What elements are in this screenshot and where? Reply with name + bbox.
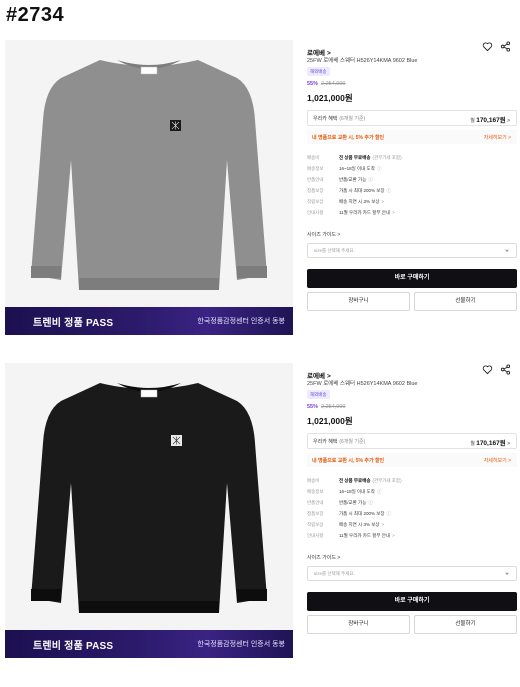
benefit-value: 월 170,167원 > [470, 117, 510, 124]
buy-now-button[interactable]: 바로 구매하기 [307, 269, 517, 288]
info-row-return[interactable]: 반품안내 반품/교환 가능 ⓘ [307, 174, 517, 185]
benefit-label: 우리카 혜택 (6개월 기준) [313, 439, 366, 445]
cart-button[interactable]: 장바구니 [307, 615, 410, 634]
info-row-shipping-fee: 배송비 전 상품 무료배송 (관부가세 포함) [307, 154, 402, 160]
cart-button[interactable]: 장바구니 [307, 292, 410, 311]
original-price: 2,254,000 [321, 404, 346, 410]
size-select-placeholder: size를 선택해 주세요. [314, 571, 355, 576]
chevron-right-icon: > [381, 198, 385, 204]
info-row-shipping-fee: 배송비 전 상품 무료배송 (관부가세 포함) [307, 477, 402, 483]
benefit-value: 월 170,167원 > [470, 440, 510, 447]
shipping-badge: 해외배송 [307, 390, 330, 399]
info-row-authenticity[interactable]: 정품보장 가품 시 최대 200% 보장 ⓘ [307, 185, 517, 196]
size-guide-link[interactable]: 사이즈 가이드 > [307, 554, 340, 561]
chevron-right-icon: > [392, 532, 395, 538]
info-row-authenticity[interactable]: 정품보장 가품 시 최대 200% 보장 ⓘ [307, 508, 517, 519]
banner-subtitle: 한국정품감정센터 인증서 동봉 [197, 318, 285, 325]
chevron-right-icon: > [381, 521, 385, 527]
product-detail-panel: 로에베 > 25FW 로에베 스웨터 H526Y14KMA 9602 Blue 해… [307, 363, 517, 658]
promo-detail-link[interactable]: 자세히보기 > [484, 134, 511, 141]
info-icon: ⓘ [368, 176, 373, 182]
product-name: 25FW 로에베 스웨터 H526Y14KMA 9602 Blue [307, 58, 418, 64]
size-select[interactable]: size를 선택해 주세요. [307, 243, 517, 258]
price-row: 55% 2,254,000 [307, 404, 345, 410]
authenticity-banner: 트렌비 정품 PASS 한국정품감정센터 인증서 동봉 [5, 307, 293, 335]
info-icon: ⓘ [386, 510, 392, 516]
share-icon[interactable] [500, 41, 511, 52]
page-tag: #2734 [6, 4, 65, 26]
brand-row[interactable]: 로에베 > [307, 364, 517, 380]
info-row-notice[interactable]: 안내사항 11월 우리카 카드 할부 안내 > [307, 530, 517, 541]
product-image[interactable]: 트렌비 정품 PASS 한국정품감정센터 인증서 동봉 [5, 40, 293, 335]
banner-title: 트렌비 정품 PASS [33, 640, 114, 652]
product-name: 25FW 로에베 스웨터 H526Y14KMA 9602 Blue [307, 381, 418, 387]
promo-detail-link[interactable]: 자세히보기 > [484, 457, 511, 464]
card-benefit-box[interactable]: 우리카 혜택 (6개월 기준) 월 170,167원 > [307, 110, 517, 126]
banner-title: 트렌비 정품 PASS [33, 317, 114, 329]
gift-button[interactable]: 선물하기 [414, 615, 517, 634]
chevron-right-icon: > [392, 209, 395, 215]
buy-now-button[interactable]: 바로 구매하기 [307, 592, 517, 611]
info-row-return[interactable]: 반품안내 반품/교환 가능 ⓘ [307, 497, 517, 508]
info-row-compensation[interactable]: 적립보상 배송 지연 시 3% 보상 > [307, 196, 517, 207]
heart-icon[interactable] [482, 41, 493, 52]
info-row-compensation[interactable]: 적립보상 배송 지연 시 3% 보상 > [307, 519, 517, 530]
product-listing: 트렌비 정품 PASS 한국정품감정센터 인증서 동봉 로에베 > 25FW 로에… [0, 363, 520, 663]
brand-row[interactable]: 로에베 > [307, 41, 517, 57]
info-list: 배송비 전 상품 무료배송 (관부가세 포함) 배송정보 16~18일 이내 도착… [307, 152, 517, 218]
size-select-placeholder: size를 선택해 주세요. [314, 248, 355, 253]
heart-icon[interactable] [482, 364, 493, 375]
sweater-image [31, 60, 267, 290]
product-image[interactable]: 트렌비 정품 PASS 한국정품감정센터 인증서 동봉 [5, 363, 293, 658]
product-detail-panel: 로에베 > 25FW 로에베 스웨터 H526Y14KMA 9602 Blue 해… [307, 40, 517, 335]
chevron-right-icon: > [507, 118, 510, 124]
info-icon: ⓘ [386, 187, 392, 193]
trade-in-promo: 내 명품으로 교환 시, 5% 추가 할인 자세히보기 > [307, 453, 517, 467]
banner-subtitle: 한국정품감정센터 인증서 동봉 [197, 641, 285, 648]
info-icon: ⓘ [368, 499, 373, 505]
chevron-down-icon [505, 249, 509, 253]
card-benefit-box[interactable]: 우리카 혜택 (6개월 기준) 월 170,167원 > [307, 433, 517, 449]
info-icon: ⓘ [376, 488, 382, 494]
size-guide-link[interactable]: 사이즈 가이드 > [307, 231, 340, 238]
info-row-delivery[interactable]: 배송정보 16~18일 이내 도착 ⓘ [307, 163, 517, 174]
sweater-image [31, 383, 267, 613]
trade-in-promo: 내 명품으로 교환 시, 5% 추가 할인 자세히보기 > [307, 130, 517, 144]
info-list: 배송비 전 상품 무료배송 (관부가세 포함) 배송정보 16~18일 이내 도착… [307, 475, 517, 541]
product-listing: 트렌비 정품 PASS 한국정품감정센터 인증서 동봉 로에베 > 25FW 로에… [0, 40, 520, 340]
info-row-delivery[interactable]: 배송정보 16~18일 이내 도착 ⓘ [307, 486, 517, 497]
final-price: 1,021,000원 [307, 416, 353, 426]
chevron-right-icon: > [507, 441, 510, 447]
discount-rate: 55% [307, 404, 319, 410]
info-icon: ⓘ [376, 165, 382, 171]
chevron-down-icon [505, 572, 509, 576]
final-price: 1,021,000원 [307, 93, 353, 103]
promo-text: 내 명품으로 교환 시, 5% 추가 할인 [312, 458, 385, 464]
shipping-badge: 해외배송 [307, 67, 330, 76]
original-price: 2,254,000 [321, 81, 346, 87]
share-icon[interactable] [500, 364, 511, 375]
discount-rate: 55% [307, 81, 319, 87]
authenticity-banner: 트렌비 정품 PASS 한국정품감정센터 인증서 동봉 [5, 630, 293, 658]
promo-text: 내 명품으로 교환 시, 5% 추가 할인 [312, 135, 385, 141]
benefit-label: 우리카 혜택 (6개월 기준) [313, 116, 366, 122]
price-row: 55% 2,254,000 [307, 81, 345, 87]
gift-button[interactable]: 선물하기 [414, 292, 517, 311]
size-select[interactable]: size를 선택해 주세요. [307, 566, 517, 581]
info-row-notice[interactable]: 안내사항 11월 우리카 카드 할부 안내 > [307, 207, 517, 218]
